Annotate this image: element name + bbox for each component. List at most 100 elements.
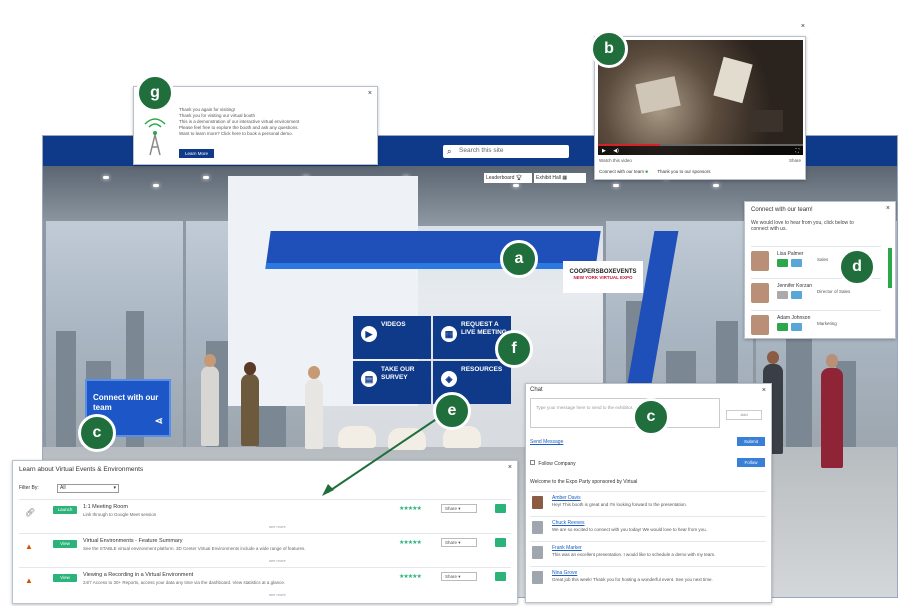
avatar <box>532 546 543 559</box>
email-icon[interactable] <box>791 259 802 267</box>
rep-title: Director of Sales <box>817 289 851 294</box>
team-rep[interactable]: Adam Johnson Marketing <box>751 310 881 340</box>
attendee-figure <box>821 368 843 468</box>
search-icon: ⌕ <box>447 147 452 156</box>
clipboard-icon: ▤ <box>361 371 377 387</box>
checkbox-icon[interactable] <box>530 460 535 465</box>
resource-action-pill[interactable]: View <box>53 540 77 548</box>
message-author[interactable]: Frank Marker <box>552 545 582 551</box>
trophy-icon: 🏆︎ <box>515 175 523 181</box>
connect-sign-label: Connect with our team <box>93 393 159 412</box>
tile-survey[interactable]: ▤ TAKE OUR SURVEY <box>353 361 431 404</box>
callout-badge-b: b <box>590 30 628 68</box>
resource-title[interactable]: 1:1 Meeting Room <box>83 504 128 510</box>
resource-action-pill[interactable]: Launch <box>53 506 77 514</box>
rating-stars[interactable]: ★★★★★ <box>399 573 422 580</box>
see-more-link[interactable]: see more <box>269 558 286 563</box>
resource-row: ▲ View Viewing a Recording in a Virtual … <box>19 567 511 601</box>
chat-icon[interactable] <box>777 323 788 331</box>
briefcase-icon[interactable] <box>495 504 506 513</box>
share-select[interactable]: Share ▾ <box>441 504 477 513</box>
avatar <box>532 496 543 509</box>
briefcase-icon[interactable] <box>495 538 506 547</box>
chat-aux-button[interactable]: Add <box>726 410 762 420</box>
callout-badge-e: e <box>433 392 471 430</box>
share-select[interactable]: Share ▾ <box>441 538 477 547</box>
exhibit-hall-link[interactable]: Exhibit Hall ▦ <box>534 173 586 183</box>
callout-badge-a: a <box>500 240 538 278</box>
resources-title: Learn about Virtual Events & Environment… <box>19 466 144 473</box>
callout-badge-d: d <box>838 248 876 286</box>
share-icon: ⋖ <box>154 416 163 427</box>
message-author[interactable]: Nina Grove <box>552 570 577 576</box>
team-panel-title: Connect with our team! <box>751 207 813 213</box>
briefcase-icon[interactable] <box>495 572 506 581</box>
play-icon[interactable]: ▶ <box>602 148 606 154</box>
message-author[interactable]: Chuck Reeves <box>552 520 585 526</box>
filter-label: Filter By: <box>19 485 39 491</box>
message-text: This was an excellent presentation. I wo… <box>552 552 716 557</box>
chat-message-input[interactable]: Type your message here to send to the ex… <box>530 398 720 428</box>
chat-message: Amber Davis Hey! This booth is great and… <box>530 491 766 515</box>
chat-message: Chuck Reeves We are so excited to connec… <box>530 516 766 540</box>
rating-stars[interactable]: ★★★★★ <box>399 505 422 512</box>
email-icon[interactable] <box>791 291 802 299</box>
message-author[interactable]: Amber Davis <box>552 495 581 501</box>
chat-icon[interactable] <box>777 259 788 267</box>
video-sponsors-link[interactable]: Thank you to our sponsors <box>657 169 710 174</box>
close-icon[interactable]: × <box>368 90 372 97</box>
resource-action-pill[interactable]: View <box>53 574 77 582</box>
leaderboard-link[interactable]: Leaderboard 🏆︎ <box>484 173 532 183</box>
video-controls[interactable]: ▶ ◀) ⛶ <box>598 146 803 155</box>
see-more-link[interactable]: see more <box>269 592 286 597</box>
submit-button[interactable]: Submit <box>737 437 765 446</box>
play-icon: ▶ <box>361 326 377 342</box>
tile-meeting-label: REQUEST A LIVE MEETING <box>461 321 507 336</box>
avatar <box>751 283 769 303</box>
video-player[interactable]: ▶ ◀) ⛶ <box>598 40 803 155</box>
resource-desc: See the STABLE virtual environment platf… <box>83 546 306 551</box>
follow-button[interactable]: Follow <box>737 458 765 467</box>
chevron-down-icon: ▾ <box>113 485 116 491</box>
booth-menu-tiles: ▶ VIDEOS ▦ REQUEST A LIVE MEETING ▤ TAKE… <box>353 316 511 404</box>
calendar-icon: ▦ <box>441 326 457 342</box>
attendee-figure <box>241 374 259 446</box>
exhibit-hall-label: Exhibit Hall <box>536 175 562 181</box>
resource-row: ▲ View Virtual Environments - Feature Su… <box>19 533 511 567</box>
see-more-link[interactable]: see more <box>269 524 286 529</box>
rep-name: Adam Johnson <box>777 315 811 321</box>
filter-select[interactable]: All ▾ <box>57 484 119 493</box>
send-message-link[interactable]: Send Message <box>530 439 563 445</box>
close-icon[interactable]: × <box>762 387 766 394</box>
search-placeholder: Search this site <box>459 147 504 154</box>
link-icon: 🔗︎ <box>25 508 36 517</box>
search-input[interactable]: ⌕ Search this site <box>443 145 569 158</box>
avatar <box>751 251 769 271</box>
message-text: We are so excited to connect with you to… <box>552 527 707 532</box>
learn-more-button[interactable]: Learn More <box>179 149 215 158</box>
resource-desc: Link through to Google Meet session <box>83 512 157 517</box>
volume-icon[interactable]: ◀) <box>613 148 619 154</box>
resource-title[interactable]: Viewing a Recording in a Virtual Environ… <box>83 572 193 578</box>
scrollbar[interactable] <box>888 248 892 288</box>
close-icon[interactable]: × <box>800 23 805 30</box>
message-text: Great job this week! Thank you for hosti… <box>552 577 713 582</box>
close-icon[interactable]: × <box>886 205 890 212</box>
rating-stars[interactable]: ★★★★★ <box>399 539 422 546</box>
video-share[interactable]: Share <box>789 158 801 163</box>
callout-badge-c-sign: c <box>78 414 116 452</box>
booth-logo[interactable]: COOPERSBOXEVENTS NEW YORK VIRTUAL EXPO <box>563 261 643 293</box>
follow-checkbox[interactable]: Follow Company <box>530 460 576 467</box>
email-icon[interactable] <box>791 323 802 331</box>
filter-value: All <box>60 485 66 491</box>
close-icon[interactable]: × <box>508 464 512 471</box>
tile-videos[interactable]: ▶ VIDEOS <box>353 316 431 359</box>
video-connect-link[interactable]: Connect with our team <box>599 169 644 174</box>
chat-icon[interactable] <box>777 291 788 299</box>
grid-icon: ▦ <box>562 175 568 181</box>
chat-icon: ■ <box>645 169 649 174</box>
callout-badge-f: f <box>495 330 533 368</box>
resource-title[interactable]: Virtual Environments - Feature Summary <box>83 538 183 544</box>
share-select[interactable]: Share ▾ <box>441 572 477 581</box>
fullscreen-icon[interactable]: ⛶ <box>795 148 799 154</box>
